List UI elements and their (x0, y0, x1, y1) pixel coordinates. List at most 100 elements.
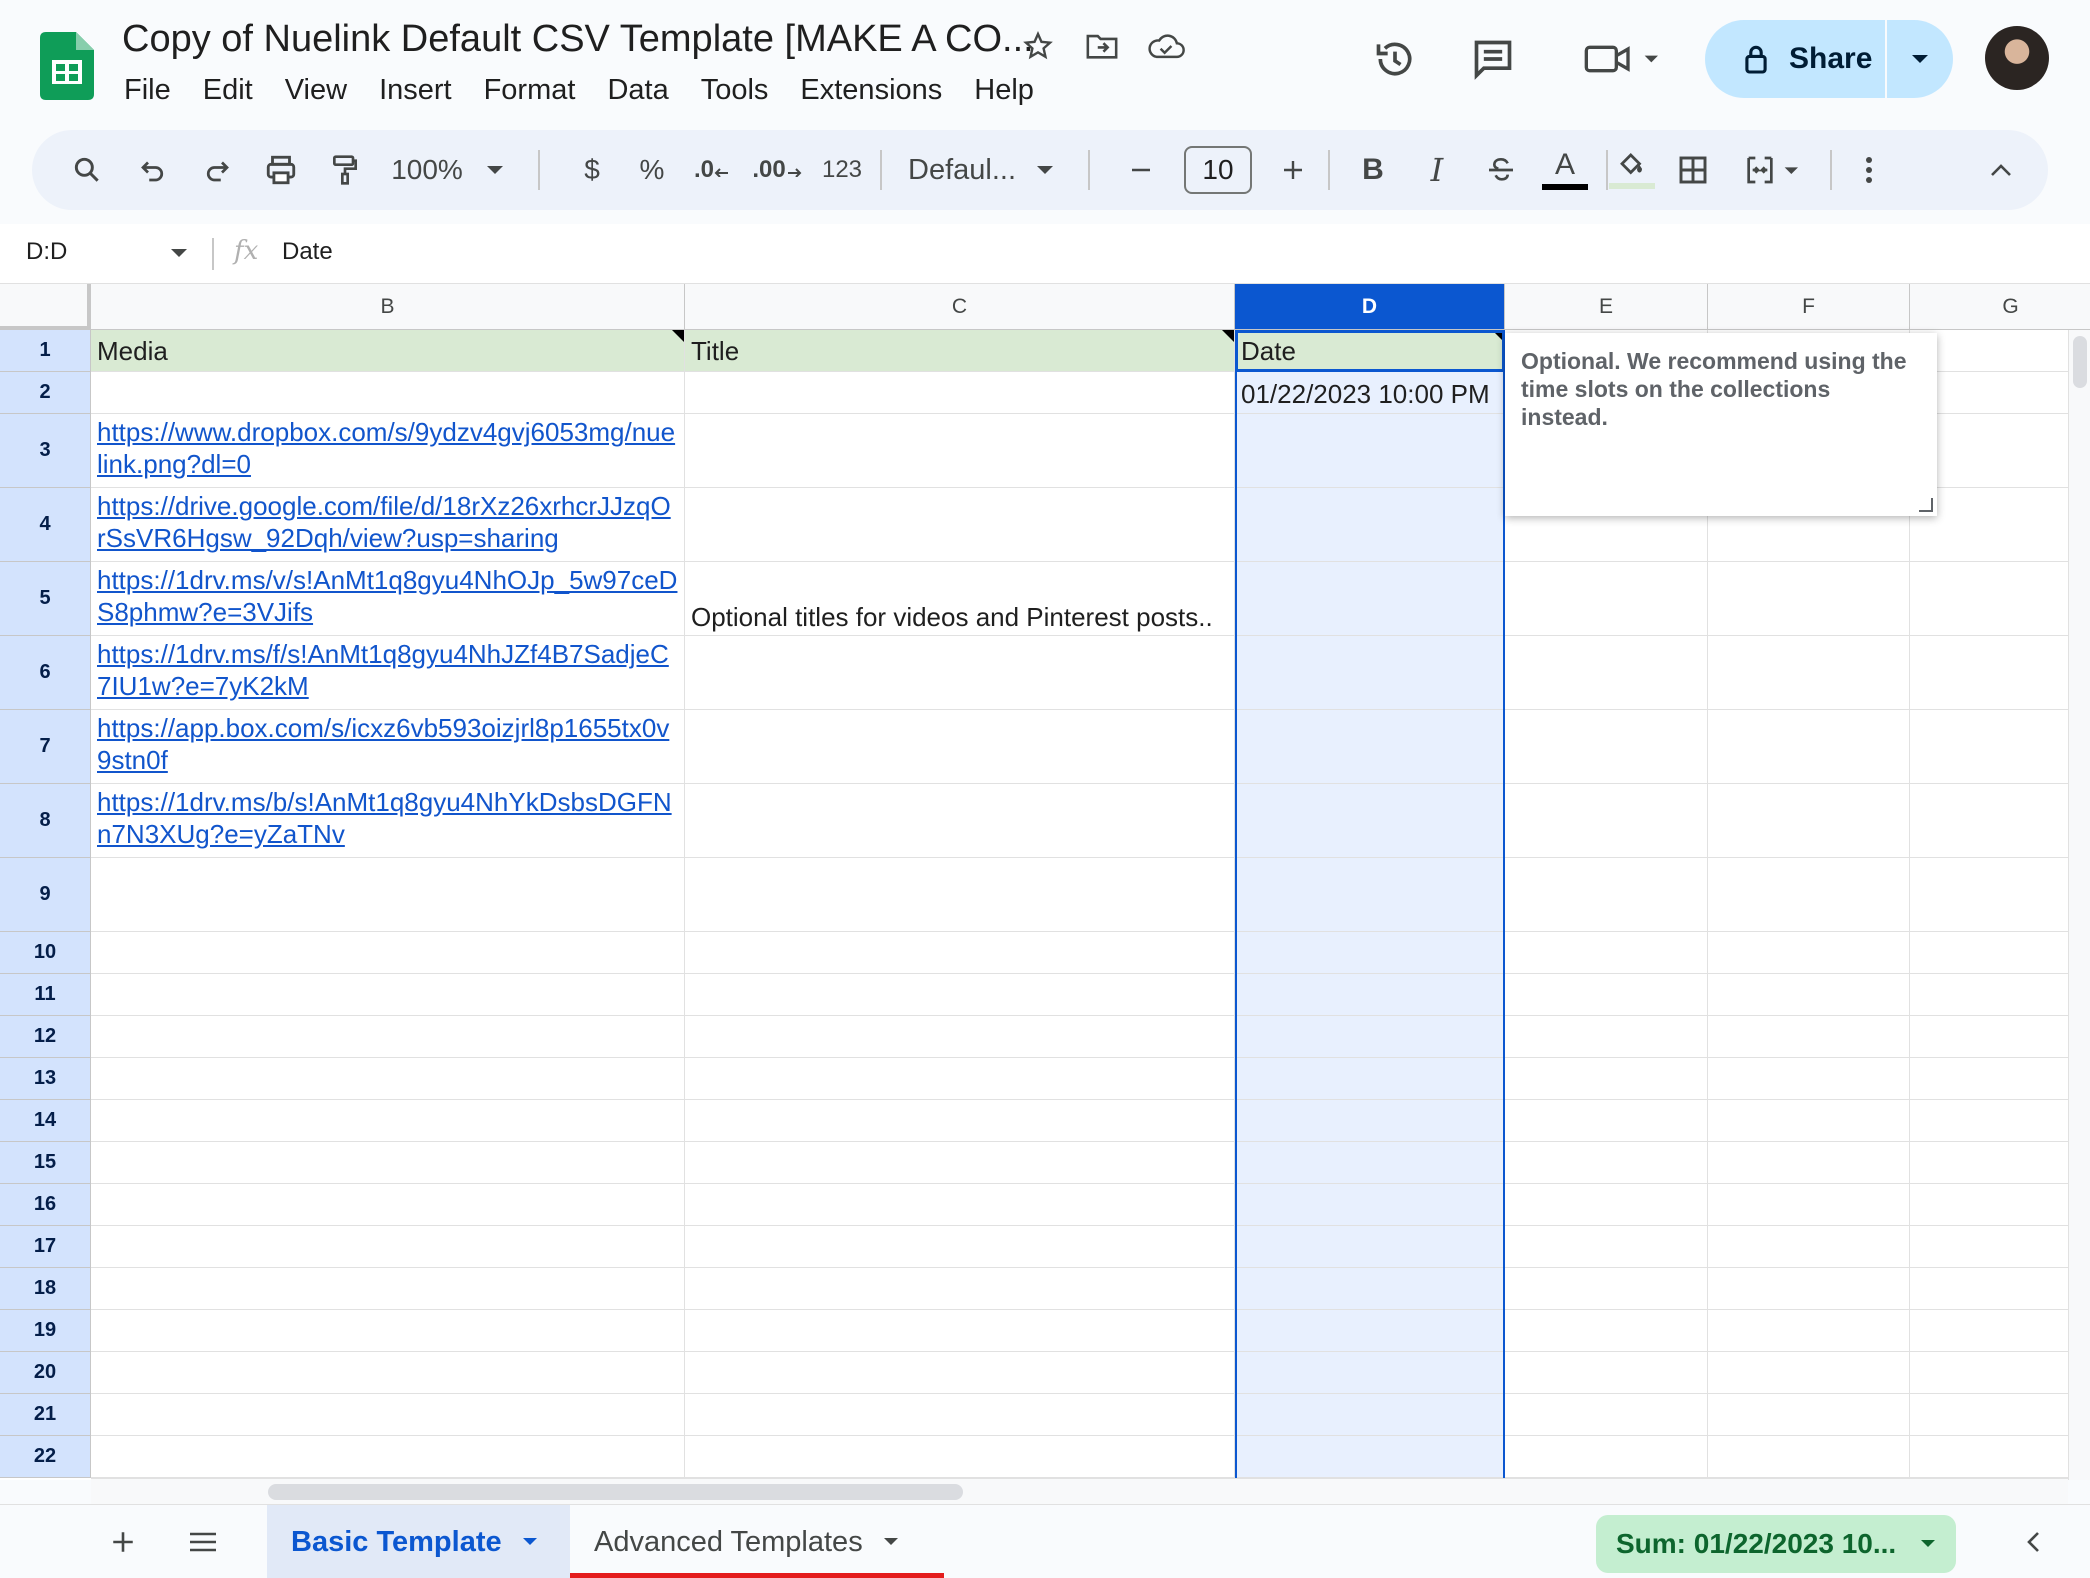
menu-tools[interactable]: Tools (685, 70, 785, 111)
increase-decimal-button[interactable]: .00 (750, 130, 804, 210)
column-header-g[interactable]: G (1910, 284, 2090, 330)
cell-d10[interactable] (1235, 932, 1505, 974)
vertical-scrollbar[interactable] (2068, 330, 2090, 1480)
cell-g1[interactable] (1910, 330, 2090, 372)
italic-button[interactable]: I (1412, 130, 1462, 210)
cell-f21[interactable] (1708, 1394, 1910, 1436)
cell-e22[interactable] (1505, 1436, 1708, 1478)
cell-e7[interactable] (1505, 710, 1708, 784)
cell-g22[interactable] (1910, 1436, 2090, 1478)
menu-insert[interactable]: Insert (363, 70, 468, 111)
zoom-select[interactable]: 100% (382, 130, 472, 210)
cell-e9[interactable] (1505, 858, 1708, 932)
vertical-scroll-thumb[interactable] (2073, 336, 2087, 388)
resize-grip-icon[interactable] (1919, 498, 1933, 512)
media-link[interactable]: https://1drv.ms/b/s!AnMt1q8gyu4NhYkDsbsD… (97, 787, 672, 849)
move-folder-icon[interactable] (1082, 26, 1122, 66)
cell-f15[interactable] (1708, 1142, 1910, 1184)
text-color-button[interactable]: A (1538, 130, 1592, 210)
cell-d18[interactable] (1235, 1268, 1505, 1310)
cell-d13[interactable] (1235, 1058, 1505, 1100)
cell-b10[interactable] (91, 932, 685, 974)
menu-help[interactable]: Help (958, 70, 1050, 111)
cell-d16[interactable] (1235, 1184, 1505, 1226)
cell-b16[interactable] (91, 1184, 685, 1226)
media-link[interactable]: https://1drv.ms/f/s!AnMt1q8gyu4NhJZf4B7S… (97, 639, 669, 701)
cell-b5[interactable]: https://1drv.ms/v/s!AnMt1q8gyu4NhOJp_5w9… (91, 562, 685, 636)
cell-f17[interactable] (1708, 1226, 1910, 1268)
cell-b13[interactable] (91, 1058, 685, 1100)
select-all-corner[interactable] (0, 284, 91, 330)
collapse-icon[interactable] (1976, 130, 2026, 210)
decrease-decimal-button[interactable]: .0 (687, 130, 737, 210)
cell-b1[interactable]: Media (91, 330, 685, 372)
column-header-f[interactable]: F (1708, 284, 1910, 330)
row-header-13[interactable]: 13 (0, 1058, 91, 1100)
cell-e16[interactable] (1505, 1184, 1708, 1226)
cell-g20[interactable] (1910, 1352, 2090, 1394)
cell-e14[interactable] (1505, 1100, 1708, 1142)
cell-e6[interactable] (1505, 636, 1708, 710)
star-icon[interactable] (1018, 26, 1058, 66)
row-header-15[interactable]: 15 (0, 1142, 91, 1184)
cell-b11[interactable] (91, 974, 685, 1016)
cell-b15[interactable] (91, 1142, 685, 1184)
column-header-e[interactable]: E (1505, 284, 1708, 330)
cell-f14[interactable] (1708, 1100, 1910, 1142)
cell-b14[interactable] (91, 1100, 685, 1142)
cell-c14[interactable] (685, 1100, 1235, 1142)
cell-f8[interactable] (1708, 784, 1910, 858)
cell-g9[interactable] (1910, 858, 2090, 932)
row-header-7[interactable]: 7 (0, 710, 91, 784)
cell-b6[interactable]: https://1drv.ms/f/s!AnMt1q8gyu4NhJZf4B7S… (91, 636, 685, 710)
cloud-saved-icon[interactable] (1146, 26, 1186, 66)
cell-d4[interactable] (1235, 488, 1505, 562)
cell-c8[interactable] (685, 784, 1235, 858)
cell-c5[interactable]: Optional titles for videos and Pinterest… (685, 562, 1235, 636)
row-header-5[interactable]: 5 (0, 562, 91, 636)
cell-g5[interactable] (1910, 562, 2090, 636)
search-icon[interactable] (62, 130, 112, 210)
meet-icon[interactable] (1578, 34, 1668, 84)
zoom-dropdown-icon[interactable] (480, 130, 510, 210)
media-link[interactable]: https://app.box.com/s/icxz6vb593oizjrl8p… (97, 713, 669, 775)
cell-e19[interactable] (1505, 1310, 1708, 1352)
cell-g14[interactable] (1910, 1100, 2090, 1142)
cell-c22[interactable] (685, 1436, 1235, 1478)
cell-g8[interactable] (1910, 784, 2090, 858)
cell-d21[interactable] (1235, 1394, 1505, 1436)
cell-c9[interactable] (685, 858, 1235, 932)
sheets-logo-icon[interactable] (40, 32, 94, 100)
bold-button[interactable]: B (1348, 130, 1398, 210)
cell-g7[interactable] (1910, 710, 2090, 784)
cell-f5[interactable] (1708, 562, 1910, 636)
cell-b8[interactable]: https://1drv.ms/b/s!AnMt1q8gyu4NhYkDsbsD… (91, 784, 685, 858)
avatar[interactable] (1985, 26, 2049, 90)
cell-g13[interactable] (1910, 1058, 2090, 1100)
column-header-b[interactable]: B (91, 284, 685, 330)
row-header-20[interactable]: 20 (0, 1352, 91, 1394)
currency-format-button[interactable]: $ (572, 130, 612, 210)
cell-g17[interactable] (1910, 1226, 2090, 1268)
cell-d19[interactable] (1235, 1310, 1505, 1352)
cell-b19[interactable] (91, 1310, 685, 1352)
cell-f7[interactable] (1708, 710, 1910, 784)
paint-format-icon[interactable] (320, 130, 370, 210)
cell-e18[interactable] (1505, 1268, 1708, 1310)
cell-d2[interactable]: 01/22/2023 10:00 PM (1235, 372, 1505, 414)
decrease-font-size-button[interactable] (1116, 130, 1166, 210)
share-main-button[interactable]: Share (1705, 20, 1887, 98)
font-size-input[interactable]: 10 (1184, 146, 1252, 194)
column-header-c[interactable]: C (685, 284, 1235, 330)
cell-b18[interactable] (91, 1268, 685, 1310)
cell-e17[interactable] (1505, 1226, 1708, 1268)
menu-file[interactable]: File (108, 70, 187, 111)
document-title[interactable]: Copy of Nuelink Default CSV Template [MA… (122, 18, 1034, 61)
formula-input[interactable]: Date (282, 238, 333, 266)
cell-b9[interactable] (91, 858, 685, 932)
cell-note-popup[interactable]: Optional. We recommend using the time sl… (1505, 333, 1937, 516)
cell-g15[interactable] (1910, 1142, 2090, 1184)
cell-e15[interactable] (1505, 1142, 1708, 1184)
cell-e11[interactable] (1505, 974, 1708, 1016)
media-link[interactable]: https://www.dropbox.com/s/9ydzv4gvj6053m… (97, 417, 675, 479)
